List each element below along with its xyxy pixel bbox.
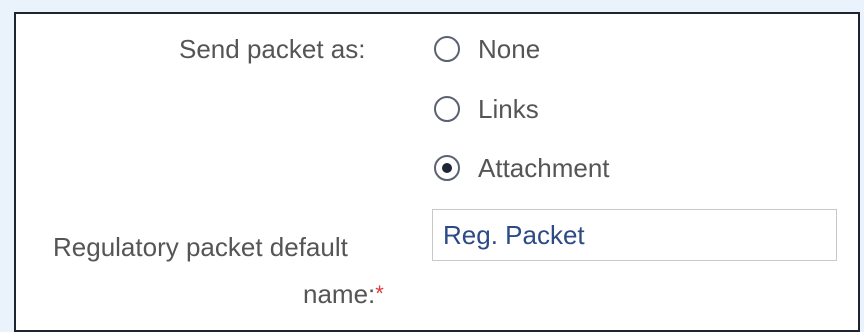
radio-option-none[interactable]: None (434, 29, 540, 69)
required-asterisk: * (375, 281, 384, 306)
radio-attachment-label[interactable]: Attachment (478, 153, 610, 184)
radio-option-links[interactable]: Links (434, 89, 539, 129)
settings-panel: Send packet as: None Links Attachment Re… (14, 12, 860, 332)
send-packet-label: Send packet as: (179, 34, 366, 64)
radio-none[interactable] (434, 36, 460, 62)
default-name-label-line2-wrap: name:* (303, 279, 384, 309)
default-name-input[interactable] (432, 209, 837, 261)
radio-option-attachment[interactable]: Attachment (434, 148, 610, 188)
default-name-label-line1: Regulatory packet default (53, 232, 348, 262)
radio-links-label[interactable]: Links (478, 94, 539, 125)
radio-links[interactable] (434, 96, 460, 122)
default-name-label-line2: name: (303, 279, 376, 309)
radio-attachment[interactable] (434, 155, 460, 181)
radio-selected-dot (442, 163, 452, 173)
radio-none-label[interactable]: None (478, 34, 540, 65)
